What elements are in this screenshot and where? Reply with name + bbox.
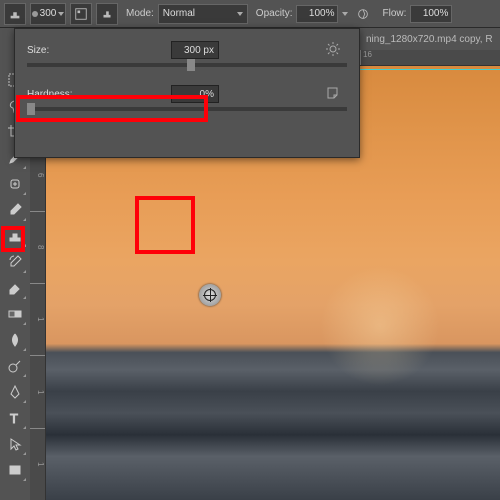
ruler-tick: 16 — [360, 50, 500, 65]
history-brush-tool[interactable] — [3, 250, 27, 274]
brush-settings-panel: Size: 300 px Hardness: 0% — [14, 28, 360, 158]
clone-source-cursor — [199, 284, 221, 306]
document-filename: ning_1280x720.mp4 copy, R — [366, 34, 493, 45]
blur-tool[interactable] — [3, 328, 27, 352]
opacity-field[interactable]: 100% — [296, 5, 338, 23]
eraser-tool[interactable] — [3, 276, 27, 300]
type-tool[interactable]: T — [3, 406, 27, 430]
size-slider[interactable] — [27, 63, 347, 67]
svg-text:T: T — [10, 411, 18, 426]
size-label: Size: — [27, 45, 87, 56]
dodge-tool[interactable] — [3, 354, 27, 378]
ruler-horizontal: 16 — [360, 50, 500, 66]
mode-value: Normal — [163, 8, 195, 19]
opacity-label: Opacity: — [256, 8, 293, 19]
hardness-label: Hardness: — [27, 89, 87, 100]
chevron-down-icon[interactable] — [342, 12, 348, 16]
document-tab[interactable]: ning_1280x720.mp4 copy, R — [360, 28, 500, 50]
gear-icon[interactable] — [325, 41, 341, 57]
tool-preset-picker[interactable] — [4, 3, 26, 25]
gradient-tool[interactable] — [3, 302, 27, 326]
mode-label: Mode: — [126, 8, 154, 19]
healing-brush-tool[interactable] — [3, 172, 27, 196]
toggle-brush-panel-button[interactable] — [70, 3, 92, 25]
mode-dropdown[interactable]: Normal — [158, 4, 248, 24]
hardness-field[interactable]: 0% — [171, 85, 219, 103]
brush-tool[interactable] — [3, 198, 27, 222]
clone-stamp-tool[interactable] — [3, 224, 27, 248]
brush-preset-picker[interactable]: 300 — [30, 3, 66, 25]
clone-source-panel-button[interactable] — [96, 3, 118, 25]
flow-field[interactable]: 100% — [410, 5, 452, 23]
pen-tool[interactable] — [3, 380, 27, 404]
chevron-down-icon — [58, 12, 64, 16]
pressure-opacity-button[interactable] — [352, 3, 374, 25]
brush-size-value: 300 — [40, 8, 57, 19]
new-preset-icon[interactable] — [325, 85, 341, 101]
chevron-down-icon — [237, 12, 243, 16]
options-bar: 300 Mode: Normal Opacity: 100% Flow: 100… — [0, 0, 500, 28]
brush-dot-icon — [32, 11, 38, 17]
sun-glow — [320, 266, 440, 386]
rectangle-tool[interactable] — [3, 458, 27, 482]
hardness-slider[interactable] — [27, 107, 347, 111]
path-selection-tool[interactable] — [3, 432, 27, 456]
size-field[interactable]: 300 px — [171, 41, 219, 59]
flow-label: Flow: — [382, 8, 406, 19]
